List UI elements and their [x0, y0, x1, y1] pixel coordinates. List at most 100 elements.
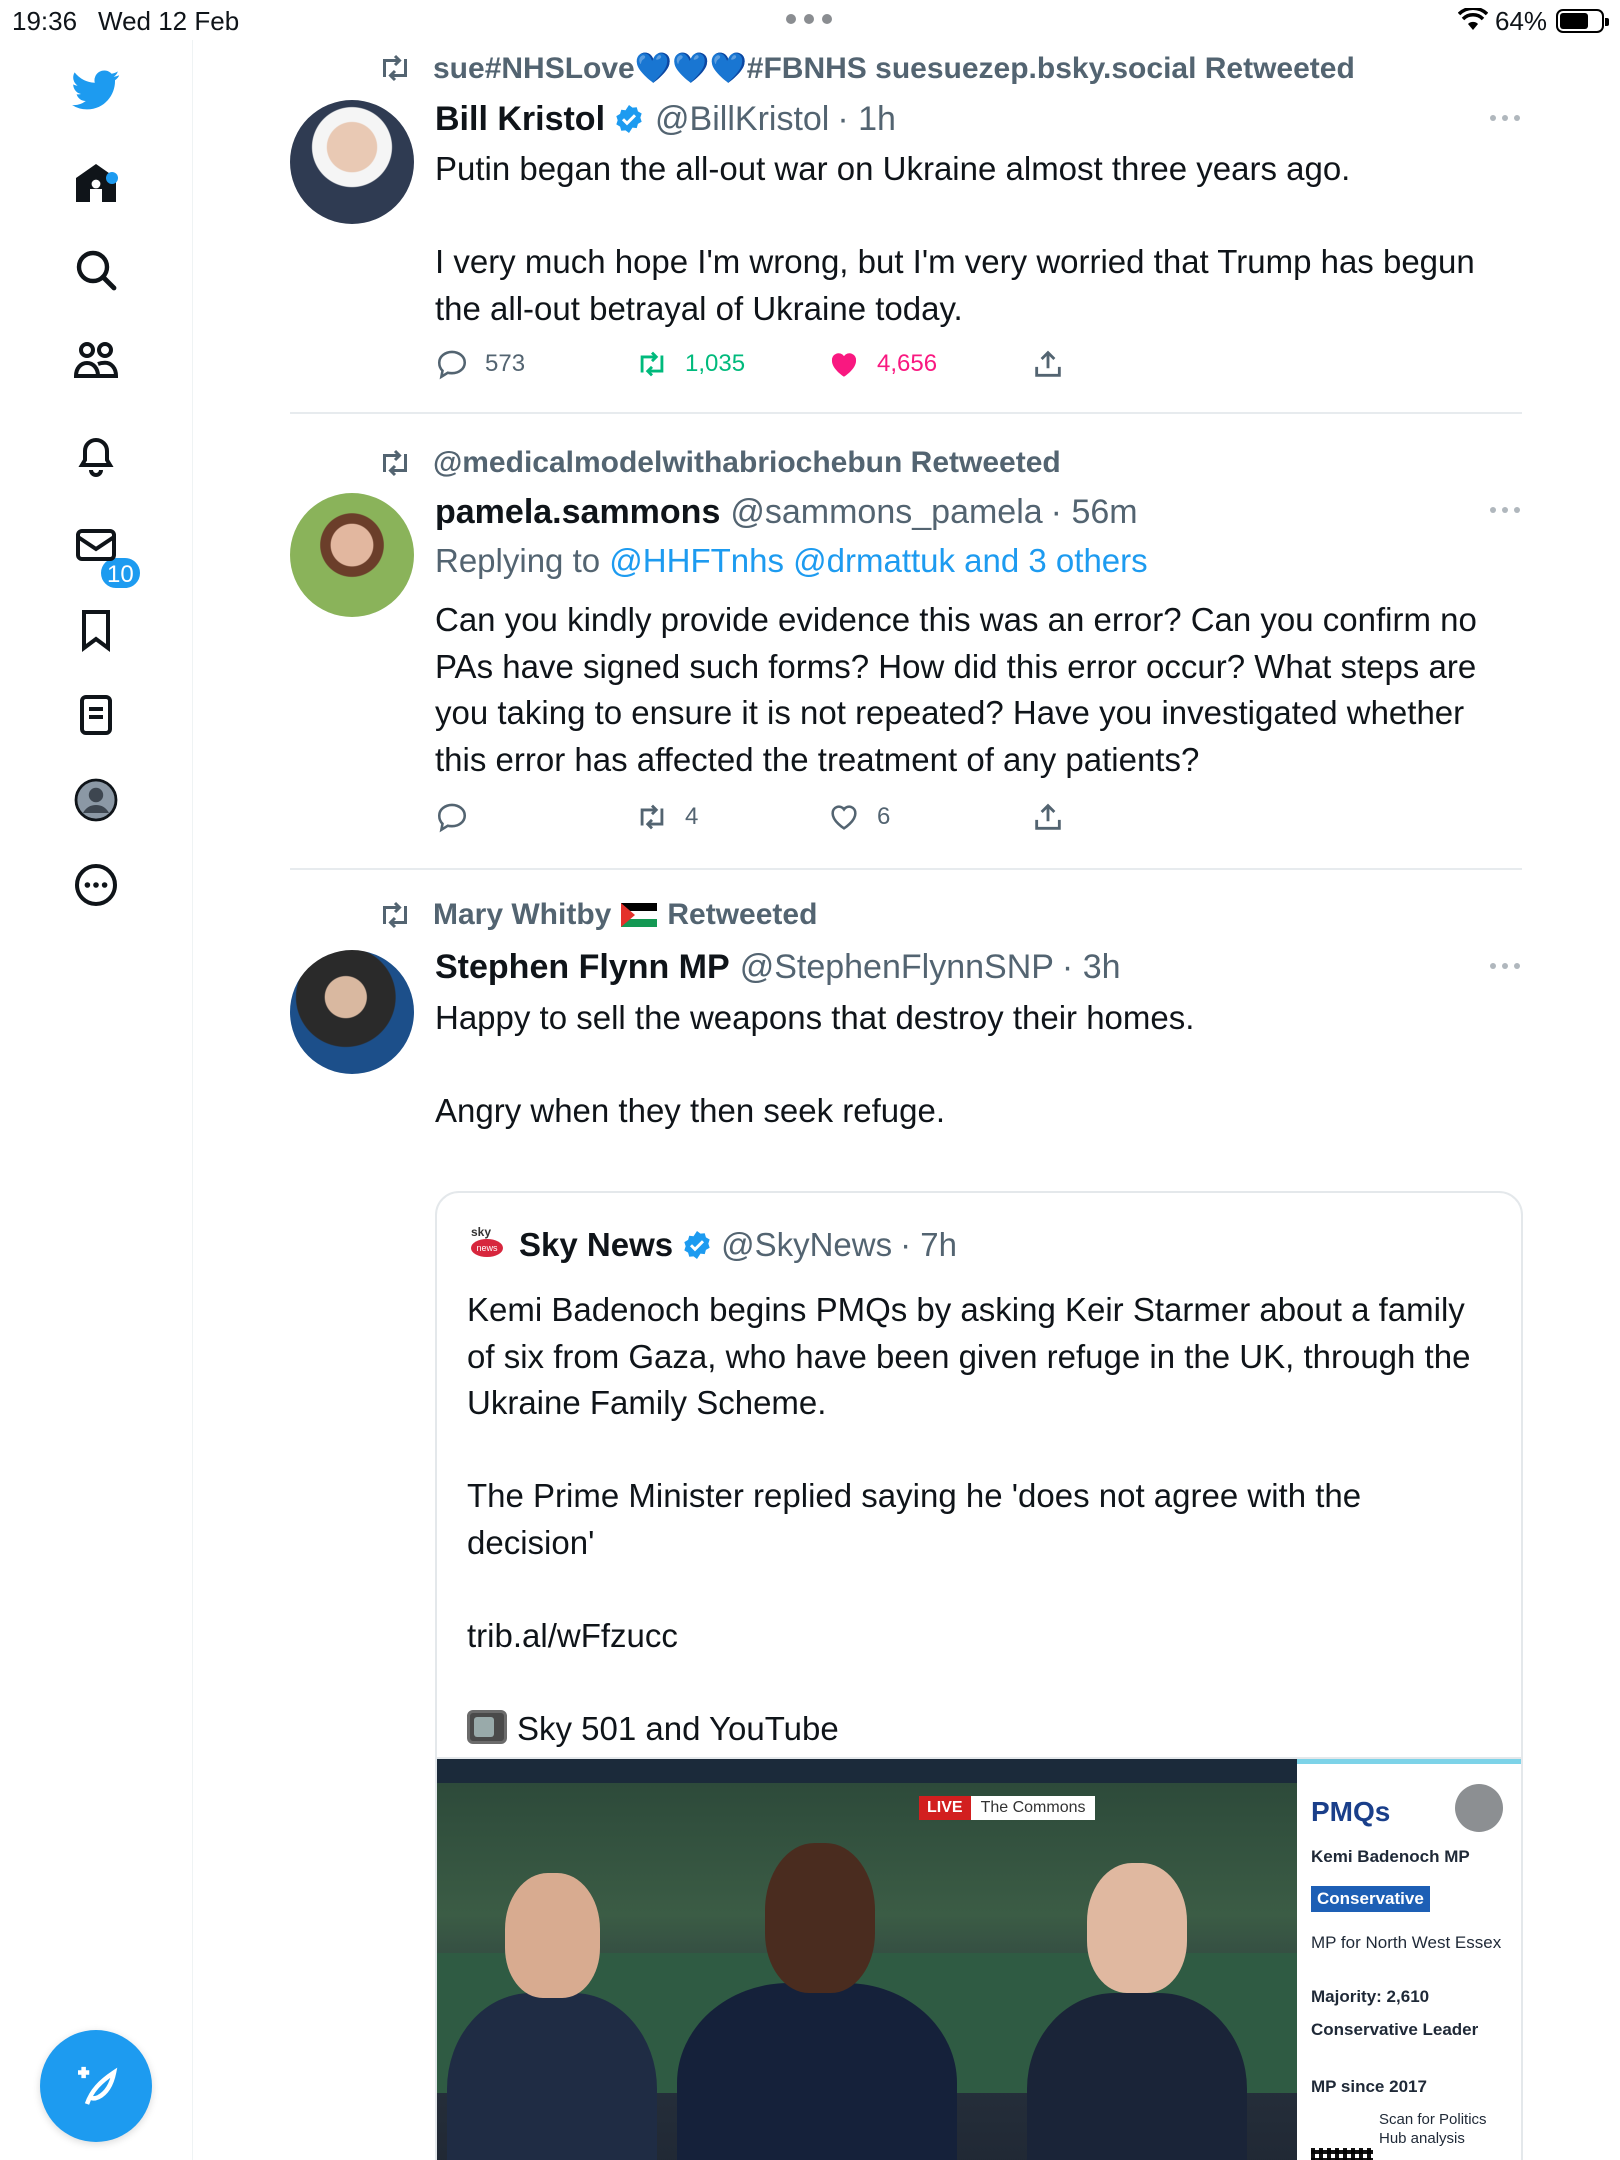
tweet-paragraph: Happy to sell the weapons that destroy t… [435, 999, 1195, 1036]
verified-badge-icon [616, 105, 642, 133]
share-button[interactable] [1031, 797, 1065, 837]
tweet-actions: 4 6 [435, 797, 1135, 837]
wifi-icon [1458, 8, 1488, 30]
party-tag: Conservative [1311, 1886, 1430, 1912]
tweet-more-icon[interactable] [1490, 115, 1520, 125]
profile-avatar-icon[interactable] [66, 770, 126, 830]
video-media[interactable]: LIVE The Commons PMQs Kemi Badenoch MP C… [437, 1757, 1521, 2160]
pmqs-title: PMQs [1311, 1796, 1391, 1827]
logo-text-top: sky [471, 1225, 492, 1239]
speaker-name: Kemi Badenoch MP [1311, 1847, 1470, 1866]
verified-badge-icon [684, 1231, 710, 1259]
author-handle[interactable]: @BillKristol [655, 100, 829, 139]
lists-icon[interactable] [66, 685, 126, 745]
tv-channel-text: Sky 501 and YouTube [517, 1709, 839, 1747]
tweet-header: Stephen Flynn MP @StephenFlynnSNP · 3h [435, 945, 1121, 989]
like-count: 4,656 [877, 350, 938, 377]
retweet-button[interactable]: 4 [635, 797, 698, 837]
quoted-paragraph [467, 1566, 1497, 1613]
caption-toggle-icon[interactable] [1455, 1784, 1503, 1832]
bookmarks-icon[interactable] [66, 600, 126, 660]
messages-envelope-icon[interactable] [66, 515, 126, 575]
communities-icon[interactable] [66, 330, 126, 390]
tweet[interactable]: @medicalmodelwithabriochebun Retweeted p… [290, 435, 1522, 875]
reply-count: 573 [485, 350, 526, 377]
quoted-author-handle[interactable]: @SkyNews [721, 1226, 892, 1264]
tweet-more-icon[interactable] [1490, 963, 1520, 973]
retweet-context[interactable]: sue#NHSLove💙💙💙#FBNHS suesuezep.bsky.soci… [375, 48, 1355, 88]
home-icon[interactable] [66, 153, 126, 213]
live-location: The Commons [970, 1796, 1096, 1820]
quoted-paragraph: The Prime Minister replied saying he 'do… [467, 1477, 1362, 1561]
retweet-icon [640, 804, 664, 830]
constituency: MP for North West Essex [1311, 1933, 1502, 1952]
quoted-tweet[interactable]: sky news Sky News @SkyNews · 7h Kemi Bad… [435, 1191, 1523, 2160]
commons-video-frame: LIVE The Commons [437, 1783, 1297, 2160]
avatar-pamela-sammons[interactable] [290, 493, 414, 617]
tweet-header: pamela.sammons @sammons_pamela · 56m [435, 490, 1138, 534]
quoted-tweet-time[interactable]: · 7h [900, 1226, 957, 1264]
tweet[interactable]: sue#NHSLove💙💙💙#FBNHS suesuezep.bsky.soci… [290, 40, 1522, 410]
replying-prefix: Replying to [435, 542, 601, 579]
scan-text: Scan for Politics Hub analysis [1379, 2111, 1487, 2147]
author-name[interactable]: pamela.sammons [435, 493, 720, 532]
quoted-tweet-header: sky news Sky News @SkyNews · 7h [467, 1223, 957, 1267]
author-handle[interactable]: @sammons_pamela [730, 493, 1042, 532]
reply-icon [437, 350, 467, 380]
quoted-author-name[interactable]: Sky News [519, 1226, 673, 1264]
sky-news-avatar[interactable]: sky news [467, 1225, 507, 1265]
tweet-paragraph: I very much hope I'm wrong, but I'm very… [435, 243, 1475, 327]
tweet[interactable]: Mary Whitby Retweeted Stephen Flynn MP @… [290, 890, 1523, 2160]
notifications-bell-icon[interactable] [66, 425, 126, 485]
reply-button[interactable]: 573 [435, 344, 525, 384]
replying-to-link[interactable]: @HHFTnhs @drmattuk and 3 others [609, 542, 1147, 579]
tweet-paragraph: Can you kindly provide evidence this was… [435, 601, 1477, 778]
like-button[interactable]: 6 [827, 797, 890, 837]
tweet-time[interactable]: · 1h [837, 100, 896, 139]
multitasking-dots-icon[interactable] [786, 14, 832, 24]
status-bar: 19:36 Wed 12 Feb 64% [0, 0, 1620, 40]
tweet-text: Putin began the all-out war on Ukraine a… [435, 146, 1515, 332]
like-button[interactable]: 4,656 [827, 344, 937, 384]
avatar-bill-kristol[interactable] [290, 100, 414, 224]
retweet-small-icon [383, 449, 407, 477]
author-handle[interactable]: @StephenFlynnSNP [740, 948, 1054, 987]
quoted-link[interactable]: trib.al/wFfzucc [467, 1613, 1497, 1660]
avatar-stephen-flynn[interactable] [290, 950, 414, 1074]
more-options-icon[interactable] [66, 855, 126, 915]
heart-filled-icon [831, 353, 857, 377]
quoted-tweet-text: Kemi Badenoch begins PMQs by asking Keir… [467, 1287, 1497, 1752]
tweet-time[interactable]: · 56m [1051, 493, 1138, 532]
retweet-icon [640, 351, 664, 377]
battery-icon [1556, 9, 1609, 33]
like-count: 6 [877, 803, 891, 830]
tweet-paragraph: Putin began the all-out war on Ukraine a… [435, 150, 1351, 187]
tweet-header: Bill Kristol @BillKristol · 1h [435, 97, 896, 141]
battery-percent: 64% [1495, 6, 1548, 36]
retweet-context[interactable]: @medicalmodelwithabriochebun Retweeted [375, 443, 1061, 483]
status-time: 19:36 [12, 6, 78, 36]
search-icon[interactable] [66, 240, 126, 300]
compose-tweet-button[interactable] [40, 2030, 152, 2142]
television-icon [467, 1709, 507, 1744]
tweet-more-icon[interactable] [1490, 507, 1520, 517]
author-name[interactable]: Bill Kristol [435, 100, 605, 139]
retweet-button[interactable]: 1,035 [635, 344, 745, 384]
palestine-flag-icon [621, 903, 658, 927]
author-name[interactable]: Stephen Flynn MP [435, 948, 730, 987]
heart-outline-icon [831, 805, 857, 830]
reply-button[interactable] [435, 797, 485, 837]
retweeted-by-label: sue#NHSLove💙💙💙#FBNHS suesuezep.bsky.soci… [433, 51, 1355, 85]
retweet-small-icon [383, 54, 407, 82]
tweet-paragraph [435, 193, 1515, 240]
tweet-time[interactable]: · 3h [1062, 948, 1121, 987]
tweet-text: Happy to sell the weapons that destroy t… [435, 995, 1515, 1135]
quoted-paragraph-tv: Sky 501 and YouTube [467, 1706, 1497, 1753]
tweet-actions: 573 1,035 4,656 [435, 344, 1135, 384]
tweet-divider [290, 868, 1522, 870]
tweet-paragraph: Angry when they then seek refuge. [435, 1092, 945, 1129]
twitter-logo-icon[interactable] [66, 60, 126, 120]
share-button[interactable] [1031, 344, 1065, 384]
majority: Majority: 2,610 [1311, 1987, 1430, 2006]
retweet-context[interactable]: Mary Whitby Retweeted [375, 895, 817, 935]
